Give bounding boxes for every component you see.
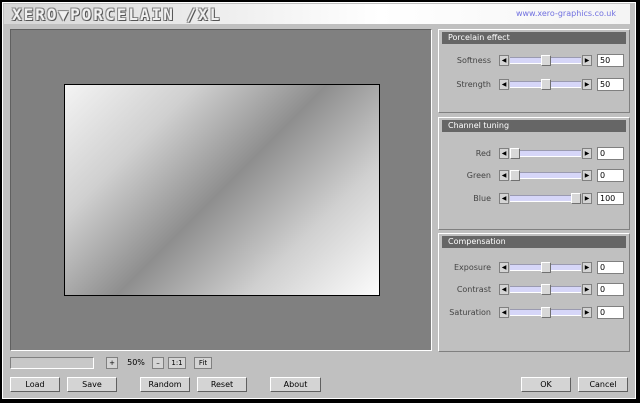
slider-label: Green xyxy=(466,171,491,180)
arrow-right-icon[interactable]: ▶ xyxy=(582,55,592,66)
panel-title: Channel tuning xyxy=(442,120,626,132)
contrast-value-field[interactable]: 0 xyxy=(597,283,624,296)
saturation-slider[interactable]: ◀ ▶ xyxy=(499,306,592,320)
website-link[interactable]: www.xero-graphics.co.uk xyxy=(516,9,616,18)
compensation-panel: Compensation Exposure ◀ ▶ 0 Contrast ◀ ▶… xyxy=(438,233,630,352)
arrow-left-icon[interactable]: ◀ xyxy=(499,55,509,66)
load-button[interactable]: Load xyxy=(10,377,60,392)
arrow-left-icon[interactable]: ◀ xyxy=(499,284,509,295)
save-button[interactable]: Save xyxy=(67,377,117,392)
arrow-right-icon[interactable]: ▶ xyxy=(582,170,592,181)
cancel-button[interactable]: Cancel xyxy=(578,377,628,392)
slider-thumb[interactable] xyxy=(540,262,551,273)
contrast-row: Contrast ◀ ▶ 0 xyxy=(439,283,629,297)
arrow-left-icon[interactable]: ◀ xyxy=(499,307,509,318)
arrow-left-icon[interactable]: ◀ xyxy=(499,193,509,204)
arrow-left-icon[interactable]: ◀ xyxy=(499,170,509,181)
blue-slider[interactable]: ◀ ▶ xyxy=(499,192,592,206)
slider-thumb[interactable] xyxy=(540,79,551,90)
zoom-level: 50% xyxy=(127,358,145,367)
slider-thumb[interactable] xyxy=(540,307,551,318)
arrow-right-icon[interactable]: ▶ xyxy=(582,193,592,204)
saturation-row: Saturation ◀ ▶ 0 xyxy=(439,306,629,320)
arrow-right-icon[interactable]: ▶ xyxy=(582,79,592,90)
slider-track[interactable] xyxy=(510,150,581,157)
exposure-row: Exposure ◀ ▶ 0 xyxy=(439,261,629,275)
channel-tuning-panel: Channel tuning Red ◀ ▶ 0 Green ◀ ▶ 0 Blu… xyxy=(438,117,630,230)
saturation-value-field[interactable]: 0 xyxy=(597,306,624,319)
contrast-slider[interactable]: ◀ ▶ xyxy=(499,283,592,297)
strength-row: Strength ◀ ▶ 50 xyxy=(439,78,629,92)
slider-label: Strength xyxy=(456,80,491,89)
app-title: XERO▼PORCELAIN /XL xyxy=(12,5,222,24)
slider-thumb[interactable] xyxy=(510,148,520,159)
slider-label: Contrast xyxy=(456,285,491,294)
about-button[interactable]: About xyxy=(270,377,321,392)
green-row: Green ◀ ▶ 0 xyxy=(439,169,629,183)
ok-button[interactable]: OK xyxy=(521,377,571,392)
blue-row: Blue ◀ ▶ 100 xyxy=(439,192,629,206)
slider-thumb[interactable] xyxy=(540,55,551,66)
blue-value-field[interactable]: 100 xyxy=(597,192,624,205)
arrow-right-icon[interactable]: ▶ xyxy=(582,284,592,295)
arrow-right-icon[interactable]: ▶ xyxy=(582,307,592,318)
progress-bar xyxy=(10,357,94,369)
slider-label: Softness xyxy=(456,56,491,65)
exposure-slider[interactable]: ◀ ▶ xyxy=(499,261,592,275)
softness-value-field[interactable]: 50 xyxy=(597,54,624,67)
slider-label: Exposure xyxy=(453,263,491,272)
red-value-field[interactable]: 0 xyxy=(597,147,624,160)
title-bar: XERO▼PORCELAIN /XL www.xero-graphics.co.… xyxy=(4,4,630,24)
zoom-actual-size-button[interactable]: 1:1 xyxy=(168,357,186,369)
slider-thumb[interactable] xyxy=(510,170,520,181)
preview-area[interactable] xyxy=(10,29,432,351)
arrow-right-icon[interactable]: ▶ xyxy=(582,262,592,273)
panel-title: Porcelain effect xyxy=(442,32,626,44)
slider-track[interactable] xyxy=(510,172,581,179)
preview-image[interactable] xyxy=(64,84,380,296)
zoom-out-button[interactable]: – xyxy=(152,357,164,369)
slider-label: Saturation xyxy=(449,308,491,317)
porcelain-effect-panel: Porcelain effect Softness ◀ ▶ 50 Strengt… xyxy=(438,29,630,113)
reset-button[interactable]: Reset xyxy=(197,377,247,392)
zoom-fit-button[interactable]: Fit xyxy=(194,357,212,369)
slider-label: Red xyxy=(475,149,491,158)
zoom-in-button[interactable]: + xyxy=(106,357,118,369)
softness-row: Softness ◀ ▶ 50 xyxy=(439,54,629,68)
arrow-left-icon[interactable]: ◀ xyxy=(499,79,509,90)
red-slider[interactable]: ◀ ▶ xyxy=(499,147,592,161)
softness-slider[interactable]: ◀ ▶ xyxy=(499,54,592,68)
slider-label: Blue xyxy=(473,194,491,203)
random-button[interactable]: Random xyxy=(140,377,190,392)
slider-thumb[interactable] xyxy=(571,193,581,204)
slider-thumb[interactable] xyxy=(540,284,551,295)
arrow-left-icon[interactable]: ◀ xyxy=(499,148,509,159)
exposure-value-field[interactable]: 0 xyxy=(597,261,624,274)
red-row: Red ◀ ▶ 0 xyxy=(439,147,629,161)
arrow-left-icon[interactable]: ◀ xyxy=(499,262,509,273)
panel-title: Compensation xyxy=(442,236,626,248)
strength-value-field[interactable]: 50 xyxy=(597,78,624,91)
green-slider[interactable]: ◀ ▶ xyxy=(499,169,592,183)
arrow-right-icon[interactable]: ▶ xyxy=(582,148,592,159)
green-value-field[interactable]: 0 xyxy=(597,169,624,182)
strength-slider[interactable]: ◀ ▶ xyxy=(499,78,592,92)
